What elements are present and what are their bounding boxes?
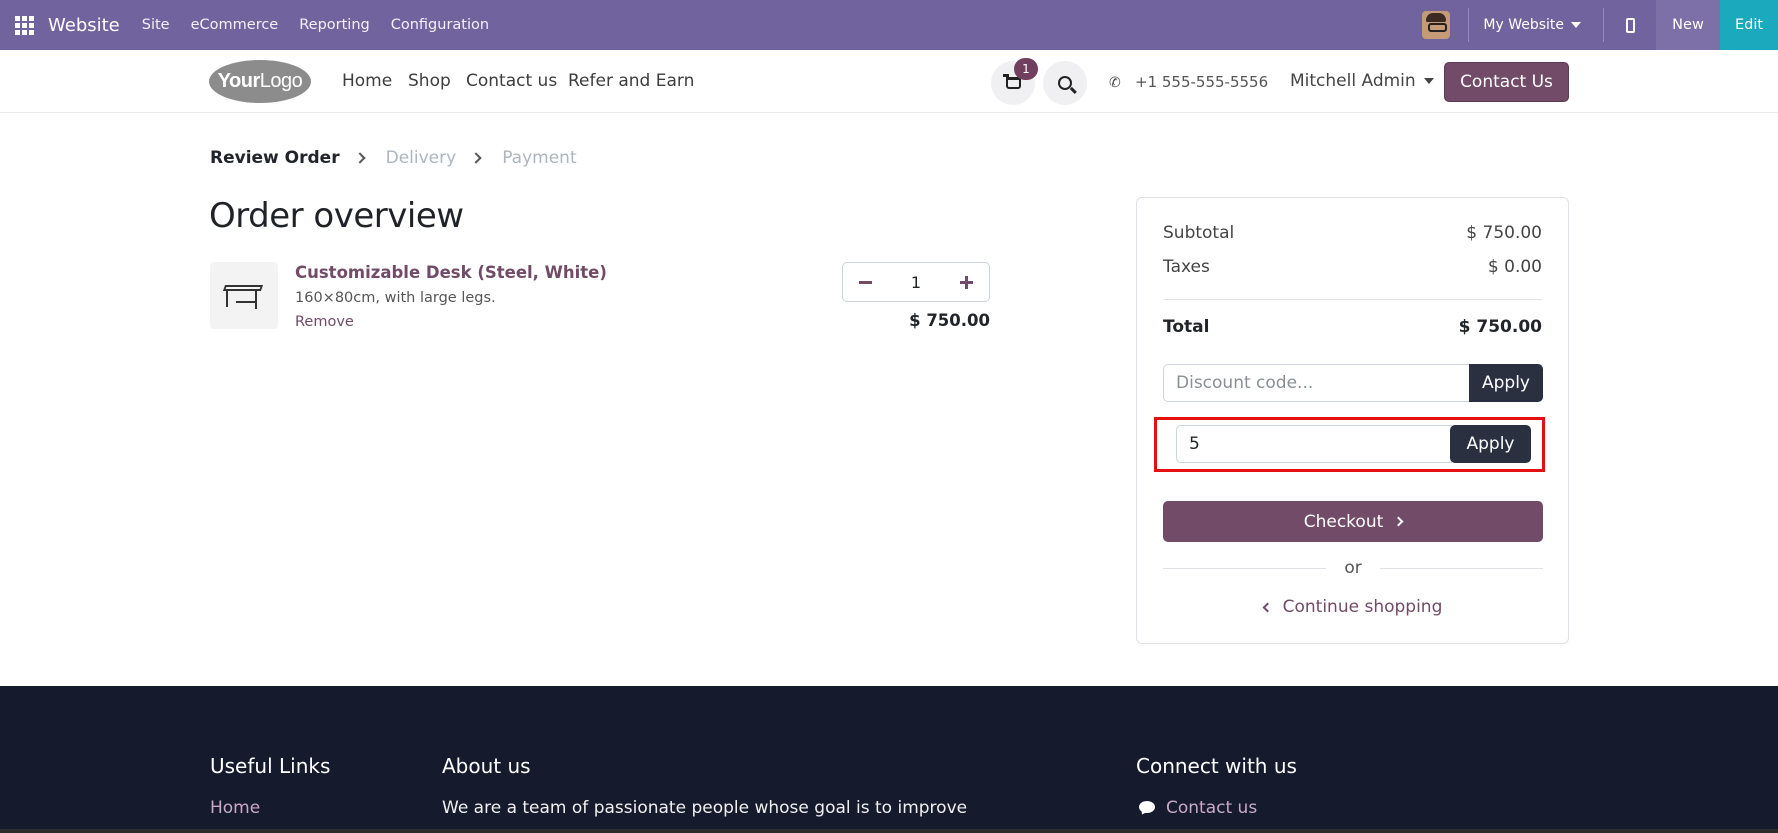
quantity-stepper: 1 bbox=[842, 262, 990, 302]
chevron-left-icon bbox=[1262, 602, 1273, 612]
footer: Useful Links Home About us We are a team… bbox=[0, 686, 1778, 833]
apply-discount-button[interactable]: Apply bbox=[1469, 364, 1543, 402]
discount-code-input[interactable] bbox=[1163, 364, 1470, 402]
footer-connect-title: Connect with us bbox=[1136, 754, 1297, 778]
checkout-label: Checkout bbox=[1303, 511, 1384, 532]
apps-menu-button[interactable] bbox=[0, 0, 48, 50]
website-header: Your Logo Home Shop Contact us Refer and … bbox=[0, 50, 1778, 113]
edit-button[interactable]: Edit bbox=[1720, 0, 1778, 50]
menu-reporting[interactable]: Reporting bbox=[299, 17, 370, 33]
chat-bubble-icon bbox=[1139, 801, 1155, 813]
user-avatar[interactable] bbox=[1422, 11, 1451, 39]
logo-text-bold: Your bbox=[217, 70, 261, 92]
chevron-right-icon bbox=[353, 152, 366, 164]
logo-text: Logo bbox=[259, 70, 303, 92]
total-label: Total bbox=[1163, 317, 1210, 337]
plus-icon[interactable] bbox=[960, 275, 973, 289]
search-button[interactable] bbox=[1043, 61, 1087, 105]
app-name[interactable]: Website bbox=[48, 15, 120, 36]
subtotal-row: Subtotal $ 750.00 bbox=[1163, 223, 1542, 243]
quantity-input[interactable]: 1 bbox=[911, 273, 921, 292]
website-selector[interactable]: My Website bbox=[1469, 17, 1603, 33]
subtotal-value: $ 750.00 bbox=[1466, 223, 1542, 243]
apps-grid-icon bbox=[14, 15, 34, 35]
step-review-order[interactable]: Review Order bbox=[210, 148, 340, 168]
footer-link-home[interactable]: Home bbox=[210, 798, 260, 818]
menu-configuration[interactable]: Configuration bbox=[391, 17, 489, 33]
checkout-progress: Review Order Delivery Payment bbox=[210, 148, 577, 168]
nav-home[interactable]: Home bbox=[342, 71, 392, 91]
user-name: Mitchell Admin bbox=[1290, 71, 1416, 91]
order-summary-card: Subtotal $ 750.00 Taxes $ 0.00 Total $ 7… bbox=[1136, 197, 1569, 644]
divider bbox=[1163, 299, 1542, 300]
menu-site[interactable]: Site bbox=[142, 17, 170, 33]
odoo-top-bar: Website Site eCommerce Reporting Configu… bbox=[0, 0, 1778, 50]
header-contact-us-button[interactable]: Contact Us bbox=[1444, 62, 1569, 102]
total-row: Total $ 750.00 bbox=[1163, 317, 1542, 337]
subtotal-label: Subtotal bbox=[1163, 223, 1235, 243]
menu-ecommerce[interactable]: eCommerce bbox=[191, 17, 279, 33]
nav-contact-us[interactable]: Contact us bbox=[466, 71, 557, 91]
chevron-right-icon bbox=[1393, 516, 1404, 527]
search-icon bbox=[1058, 76, 1072, 90]
nav-refer-and-earn[interactable]: Refer and Earn bbox=[568, 71, 694, 91]
desk-icon bbox=[222, 285, 264, 291]
topbar-right-group: My Website New Edit bbox=[1422, 0, 1778, 50]
continue-shopping-label: Continue shopping bbox=[1282, 597, 1443, 617]
footer-useful-links-title: Useful Links bbox=[210, 754, 331, 778]
product-description: 160×80cm, with large legs. bbox=[295, 290, 496, 306]
header-phone-number[interactable]: +1 555-555-5556 bbox=[1135, 73, 1268, 91]
new-button[interactable]: New bbox=[1656, 0, 1720, 50]
line-price: $ 750.00 bbox=[909, 311, 990, 330]
or-label: or bbox=[1344, 558, 1362, 578]
taxes-row: Taxes $ 0.00 bbox=[1163, 257, 1542, 277]
checkout-button[interactable]: Checkout bbox=[1163, 501, 1543, 542]
taxes-label: Taxes bbox=[1163, 257, 1210, 277]
step-payment: Payment bbox=[502, 148, 577, 168]
cart-count-badge: 1 bbox=[1014, 58, 1038, 80]
chevron-right-icon bbox=[470, 152, 482, 164]
footer-about-title: About us bbox=[442, 754, 531, 778]
site-logo[interactable]: Your Logo bbox=[209, 60, 311, 103]
phone-icon: ✆ bbox=[1109, 75, 1121, 91]
apply-code-button[interactable]: Apply bbox=[1450, 425, 1531, 463]
bottom-strip bbox=[0, 829, 1778, 833]
mobile-preview-button[interactable] bbox=[1604, 17, 1656, 33]
total-value: $ 750.00 bbox=[1458, 317, 1542, 337]
user-menu[interactable]: Mitchell Admin bbox=[1290, 71, 1434, 91]
footer-contact-us-link[interactable]: Contact us bbox=[1166, 798, 1257, 818]
caret-down-icon bbox=[1423, 78, 1434, 84]
nav-shop[interactable]: Shop bbox=[408, 71, 451, 91]
code-input[interactable]: 5 bbox=[1176, 425, 1452, 463]
website-selector-label: My Website bbox=[1483, 17, 1564, 33]
or-separator: or bbox=[1163, 558, 1544, 578]
continue-shopping-link[interactable]: Continue shopping bbox=[1163, 597, 1543, 617]
mobile-preview-icon bbox=[1625, 17, 1635, 33]
step-delivery: Delivery bbox=[385, 148, 457, 168]
taxes-value: $ 0.00 bbox=[1487, 257, 1542, 277]
product-image[interactable] bbox=[210, 262, 278, 329]
minus-icon[interactable] bbox=[859, 280, 872, 284]
page-title: Order overview bbox=[209, 196, 464, 236]
product-name-link[interactable]: Customizable Desk (Steel, White) bbox=[295, 263, 607, 282]
footer-about-text: We are a team of passionate people whose… bbox=[442, 798, 968, 818]
caret-down-icon bbox=[1571, 22, 1581, 28]
cart-icon bbox=[1002, 74, 1021, 89]
remove-link[interactable]: Remove bbox=[295, 314, 354, 330]
